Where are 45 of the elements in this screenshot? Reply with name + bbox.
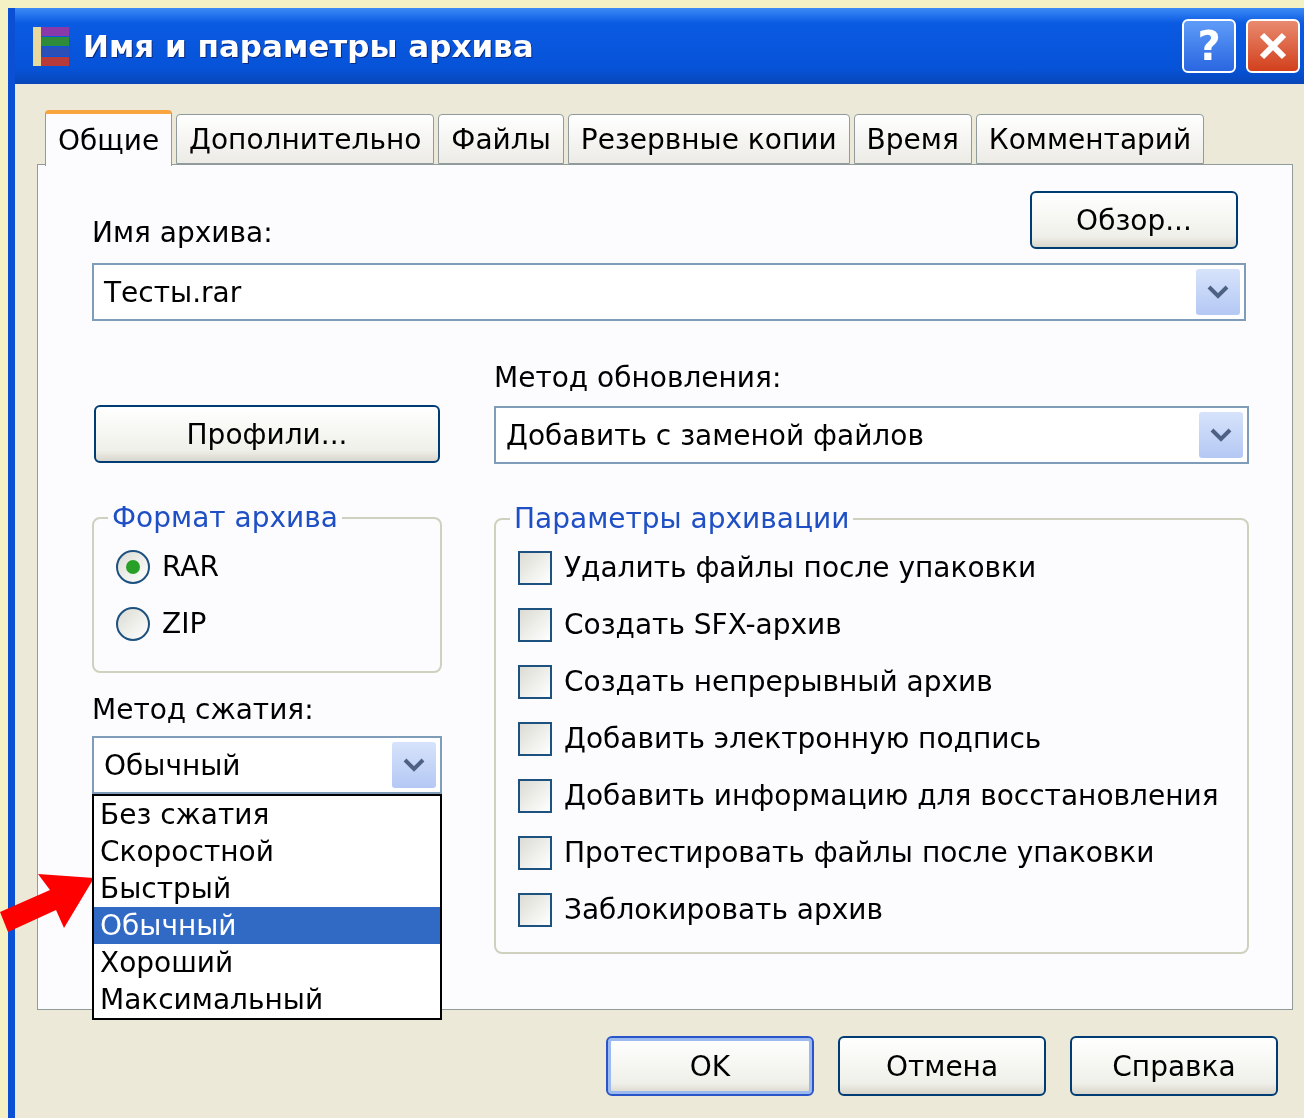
- browse-button[interactable]: Обзор...: [1030, 191, 1238, 249]
- option-label: Заблокировать архив: [564, 893, 883, 926]
- radio-button[interactable]: [116, 606, 150, 641]
- option-label: Создать SFX-архив: [564, 608, 842, 641]
- list-item[interactable]: Обычный: [94, 907, 440, 944]
- window-title: Имя и параметры архива: [83, 28, 535, 64]
- tab[interactable]: Время: [853, 114, 972, 164]
- checkbox[interactable]: [518, 550, 552, 585]
- dialog-button[interactable]: Отмена: [838, 1036, 1046, 1096]
- checkbox[interactable]: [518, 607, 552, 642]
- group-title: Параметры архивации: [513, 502, 851, 535]
- profiles-button[interactable]: Профили...: [94, 405, 440, 463]
- option-label: Добавить электронную подпись: [564, 722, 1042, 755]
- field-label: Метод обновления:: [494, 361, 783, 394]
- tab[interactable]: Резервные копии: [567, 114, 850, 164]
- dialog-button[interactable]: Справка: [1070, 1036, 1278, 1096]
- close-button[interactable]: [1246, 19, 1300, 73]
- checkbox[interactable]: [518, 892, 552, 927]
- update-method-combo[interactable]: Добавить с заменой файлов: [494, 406, 1249, 464]
- tab[interactable]: Файлы: [438, 114, 564, 164]
- checkbox[interactable]: [518, 664, 552, 699]
- checkbox[interactable]: [518, 721, 552, 756]
- option-label: ZIP: [162, 607, 207, 640]
- close-icon: [1258, 31, 1288, 61]
- tab[interactable]: Общие: [45, 110, 173, 166]
- group-title: Формат архива: [111, 501, 339, 534]
- checkbox[interactable]: [518, 778, 552, 813]
- option-label: RAR: [162, 550, 219, 583]
- dialog-button[interactable]: OK: [606, 1036, 814, 1096]
- compression-combo[interactable]: Обычный: [92, 736, 442, 794]
- tab[interactable]: Дополнительно: [176, 114, 435, 164]
- archive-name-combo[interactable]: Тесты.rar: [92, 263, 1246, 321]
- option-label: Протестировать файлы после упаковки: [564, 836, 1155, 869]
- option-label: Добавить информацию для восстановления: [564, 779, 1219, 812]
- field-label: Имя архива:: [92, 216, 273, 249]
- field-label: Метод сжатия:: [92, 693, 315, 726]
- chevron-down-icon: [1209, 427, 1233, 443]
- checkbox[interactable]: [518, 835, 552, 870]
- help-button[interactable]: ?: [1182, 19, 1236, 73]
- option-label: Создать непрерывный архив: [564, 665, 993, 698]
- chevron-down-icon: [402, 757, 426, 773]
- radio-button[interactable]: [116, 549, 150, 584]
- chevron-down-icon: [1206, 284, 1230, 300]
- option-label: Удалить файлы после упаковки: [564, 551, 1037, 584]
- tab[interactable]: Комментарий: [975, 114, 1205, 164]
